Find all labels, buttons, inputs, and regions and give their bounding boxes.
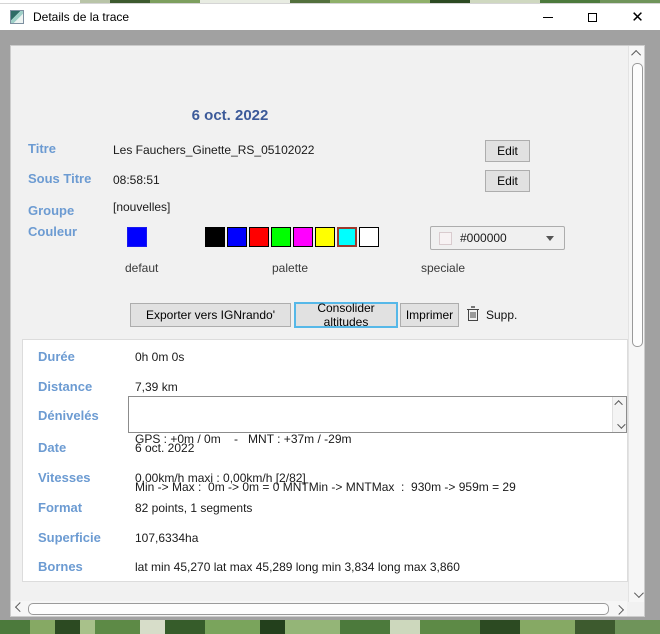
palette-swatch-red[interactable] bbox=[249, 227, 269, 247]
window-title: Details de la trace bbox=[33, 10, 129, 24]
palette-swatch-blue[interactable] bbox=[227, 227, 247, 247]
edit-title-button[interactable]: Edit bbox=[485, 140, 530, 162]
chevron-down-icon bbox=[546, 236, 554, 241]
groupe-label: Groupe bbox=[28, 203, 74, 218]
titre-value: Les Fauchers_Ginette_RS_05102022 bbox=[113, 143, 314, 157]
export-ignrando-button[interactable]: Exporter vers IGNrando' bbox=[130, 303, 291, 327]
special-color-value: #000000 bbox=[460, 231, 507, 245]
consolidate-altitudes-button[interactable]: Consolider altitudes bbox=[294, 302, 398, 328]
sous-titre-label: Sous Titre bbox=[28, 171, 91, 186]
desktop-background-bottom bbox=[0, 620, 660, 634]
scrollbar-down-icon[interactable] bbox=[629, 587, 645, 602]
palette-swatch-cyan-selected[interactable] bbox=[337, 227, 357, 247]
close-icon: ✕ bbox=[631, 10, 644, 25]
palette-swatch-white[interactable] bbox=[359, 227, 379, 247]
duree-value: 0h 0m 0s bbox=[135, 350, 184, 364]
scroll-down-icon[interactable] bbox=[613, 420, 626, 432]
couleur-label: Couleur bbox=[28, 224, 77, 239]
titre-label: Titre bbox=[28, 141, 56, 156]
duree-label: Durée bbox=[38, 349, 75, 364]
maximize-button[interactable] bbox=[570, 4, 615, 31]
window-titlebar: Details de la trace ✕ bbox=[0, 3, 660, 30]
format-value: 82 points, 1 segments bbox=[135, 501, 252, 515]
superficie-value: 107,6334ha bbox=[135, 531, 198, 545]
defaut-sublabel: defaut bbox=[125, 261, 158, 275]
app-icon bbox=[10, 10, 24, 24]
track-date-heading: 6 oct. 2022 bbox=[100, 107, 360, 124]
format-label: Format bbox=[38, 500, 82, 515]
horizontal-scrollbar[interactable] bbox=[11, 601, 627, 616]
deniveles-scrollbar[interactable] bbox=[612, 397, 626, 432]
distance-value: 7,39 km bbox=[135, 380, 178, 394]
vitesses-value: 0,00km/h maxi : 0,00km/h [2/82] bbox=[135, 471, 306, 485]
deniveles-line-1: GPS : +0m / 0m - MNT : +37m / -29m bbox=[135, 431, 620, 447]
maximize-icon bbox=[588, 13, 597, 22]
deniveles-textbox[interactable]: GPS : +0m / 0m - MNT : +37m / -29m Min -… bbox=[128, 396, 627, 433]
edit-subtitle-button[interactable]: Edit bbox=[485, 170, 530, 192]
date-value: 6 oct. 2022 bbox=[135, 441, 194, 455]
default-color-swatch[interactable] bbox=[127, 227, 147, 247]
close-button[interactable]: ✕ bbox=[615, 4, 660, 31]
color-palette bbox=[205, 227, 381, 247]
vitesses-label: Vitesses bbox=[38, 470, 91, 485]
minimize-icon bbox=[543, 17, 553, 18]
vertical-scrollbar[interactable] bbox=[628, 46, 644, 602]
screen: { "window": { "title": "Details de la tr… bbox=[0, 0, 660, 634]
special-color-dropdown[interactable]: #000000 bbox=[430, 226, 565, 250]
special-color-preview bbox=[439, 232, 452, 245]
scroll-up-icon[interactable] bbox=[613, 397, 626, 409]
window-controls: ✕ bbox=[525, 4, 660, 31]
bornes-value: lat min 45,270 lat max 45,289 long min 3… bbox=[135, 560, 460, 574]
minimize-button[interactable] bbox=[525, 4, 570, 31]
palette-swatch-yellow[interactable] bbox=[315, 227, 335, 247]
groupe-value: [nouvelles] bbox=[113, 200, 170, 214]
palette-swatch-magenta[interactable] bbox=[293, 227, 313, 247]
trash-icon[interactable] bbox=[466, 305, 480, 322]
palette-sublabel: palette bbox=[272, 261, 308, 275]
distance-label: Distance bbox=[38, 379, 92, 394]
bornes-label: Bornes bbox=[38, 559, 83, 574]
delete-label[interactable]: Supp. bbox=[486, 308, 517, 322]
palette-swatch-black[interactable] bbox=[205, 227, 225, 247]
deniveles-label: Dénivelés bbox=[38, 408, 99, 423]
sous-titre-value: 08:58:51 bbox=[113, 173, 160, 187]
vertical-scrollbar-thumb[interactable] bbox=[632, 63, 643, 347]
horizontal-scrollbar-thumb[interactable] bbox=[28, 603, 609, 615]
speciale-sublabel: speciale bbox=[421, 261, 465, 275]
scrollbar-right-icon[interactable] bbox=[613, 601, 627, 616]
superficie-label: Superficie bbox=[38, 530, 101, 545]
print-button[interactable]: Imprimer bbox=[400, 303, 459, 327]
palette-swatch-green[interactable] bbox=[271, 227, 291, 247]
date-label: Date bbox=[38, 440, 66, 455]
scrollbar-up-icon[interactable] bbox=[629, 46, 645, 61]
scrollbar-left-icon[interactable] bbox=[11, 601, 25, 616]
